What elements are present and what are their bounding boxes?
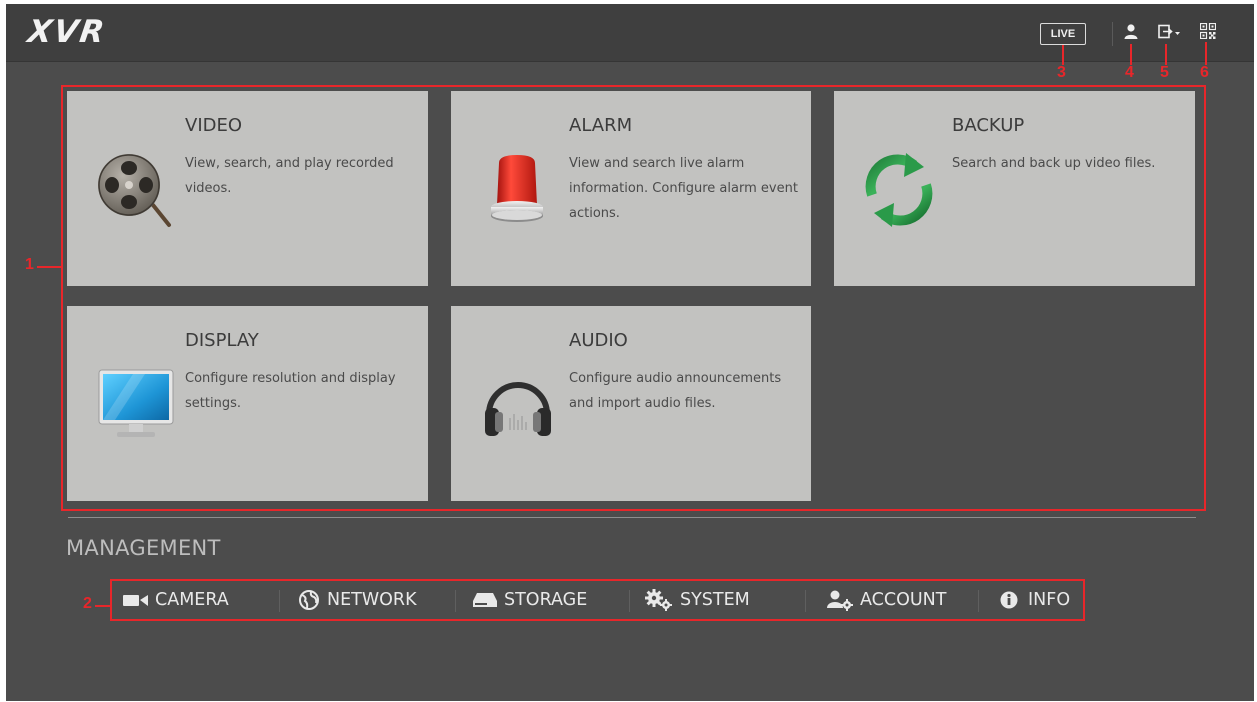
tile-title: BACKUP: [952, 115, 1025, 136]
tile-description: View, search, and play recorded videos.: [185, 156, 394, 196]
management-item-system[interactable]: SYSTEM: [644, 585, 750, 615]
tile-alarm[interactable]: ALARM View and search live alarm informa…: [451, 91, 811, 286]
management-item-label: STORAGE: [504, 590, 588, 610]
annotation-number-5: 5: [1160, 64, 1169, 81]
annotation-number-1: 1: [25, 256, 34, 273]
annotation-number-4: 4: [1125, 64, 1134, 81]
annotation-leader-5: [1165, 44, 1167, 65]
annotation-leader-6: [1205, 42, 1207, 65]
sync-icon: [865, 153, 933, 227]
gears-icon: [645, 589, 672, 611]
annotation-leader-3: [1062, 45, 1064, 65]
tile-display[interactable]: DISPLAY Configure resolution and display…: [67, 306, 428, 501]
management-item-label: SYSTEM: [680, 590, 750, 610]
management-divider: [629, 590, 630, 612]
camera-icon: [123, 595, 148, 606]
section-divider: [68, 517, 1196, 518]
xvr-main-menu: XVR LIVE VIDEO View, search, and play re…: [6, 4, 1254, 701]
management-item-network[interactable]: NETWORK: [297, 585, 417, 615]
tile-backup[interactable]: BACKUP Search and back up video files.: [834, 91, 1195, 286]
management-item-label: INFO: [1028, 590, 1071, 610]
management-divider: [279, 590, 280, 612]
logout-icon[interactable]: [1158, 23, 1182, 41]
management-item-label: NETWORK: [327, 590, 417, 610]
management-title: MANAGEMENT: [66, 536, 221, 560]
xvr-logo: XVR: [25, 14, 109, 50]
management-item-storage[interactable]: STORAGE: [472, 585, 587, 615]
management-item-camera[interactable]: CAMERA: [123, 585, 229, 615]
user-icon[interactable]: [1124, 23, 1138, 41]
film-reel-icon: [98, 154, 171, 227]
tile-video[interactable]: VIDEO View, search, and play recorded vi…: [67, 91, 428, 286]
live-button[interactable]: LIVE: [1040, 23, 1086, 45]
annotation-number-2: 2: [83, 595, 92, 612]
management-item-label: CAMERA: [155, 590, 229, 610]
annotation-leader-4: [1130, 44, 1132, 65]
tile-title: AUDIO: [569, 330, 628, 351]
tile-title: VIDEO: [185, 115, 243, 136]
qrcode-icon[interactable]: [1200, 23, 1216, 39]
user-gear-icon: [827, 590, 853, 611]
management-divider: [805, 590, 806, 612]
headphones-icon: [485, 382, 551, 436]
hdd-icon: [473, 593, 497, 607]
management-divider: [455, 590, 456, 612]
monitor-icon: [98, 369, 174, 437]
info-icon: [1000, 591, 1018, 609]
annotation-leader-1: [37, 266, 61, 268]
tile-description: View and search live alarm information. …: [569, 156, 798, 221]
annotation-number-3: 3: [1057, 64, 1066, 81]
top-bar: XVR LIVE: [6, 4, 1254, 62]
siren-icon: [491, 155, 543, 222]
management-item-info[interactable]: INFO: [1000, 585, 1070, 615]
tile-title: ALARM: [569, 115, 633, 136]
tile-title: DISPLAY: [185, 330, 259, 351]
management-item-account[interactable]: ACCOUNT: [826, 585, 946, 615]
tile-description: Configure resolution and display setting…: [185, 371, 396, 411]
tile-description: Search and back up video files.: [952, 156, 1156, 171]
annotation-number-6: 6: [1200, 64, 1209, 81]
tile-audio[interactable]: AUDIO Configure audio announcements and …: [451, 306, 811, 501]
management-divider: [978, 590, 979, 612]
toolbar-divider: [1112, 22, 1113, 46]
tile-description: Configure audio announcements and import…: [569, 371, 782, 411]
management-item-label: ACCOUNT: [860, 590, 947, 610]
globe-icon: [299, 590, 319, 610]
annotation-leader-2: [95, 605, 110, 607]
